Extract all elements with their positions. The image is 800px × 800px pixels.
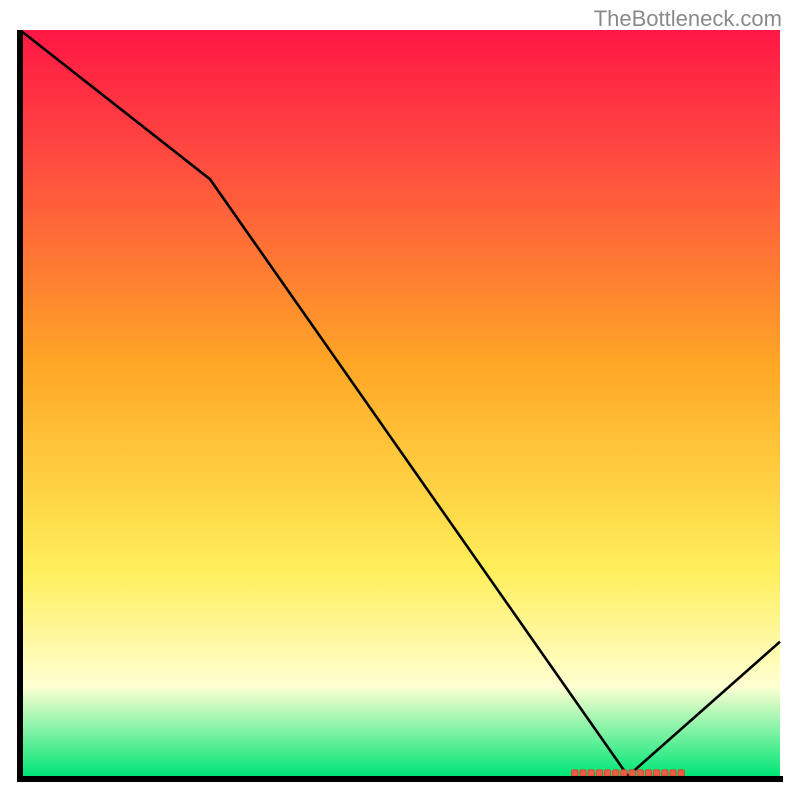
chart-container bbox=[17, 30, 783, 782]
optimal-marker-dot bbox=[580, 770, 586, 776]
optimal-marker-dot bbox=[670, 770, 676, 776]
optimal-marker-dot bbox=[588, 770, 594, 776]
bottleneck-line-chart bbox=[17, 30, 783, 782]
optimal-marker-dot bbox=[653, 770, 659, 776]
optimal-marker-dot bbox=[629, 770, 635, 776]
optimal-marker-dot bbox=[645, 770, 651, 776]
watermark-text: TheBottleneck.com bbox=[594, 6, 782, 32]
optimal-marker-dot bbox=[621, 770, 627, 776]
optimal-marker-dot bbox=[662, 770, 668, 776]
optimal-marker-dot bbox=[637, 770, 643, 776]
optimal-marker-dot bbox=[572, 770, 578, 776]
optimal-marker-dot bbox=[596, 770, 602, 776]
optimal-marker-dot bbox=[613, 770, 619, 776]
optimal-marker-dot bbox=[678, 770, 684, 776]
optimal-marker-dot bbox=[604, 770, 610, 776]
chart-background-gradient bbox=[20, 30, 780, 776]
